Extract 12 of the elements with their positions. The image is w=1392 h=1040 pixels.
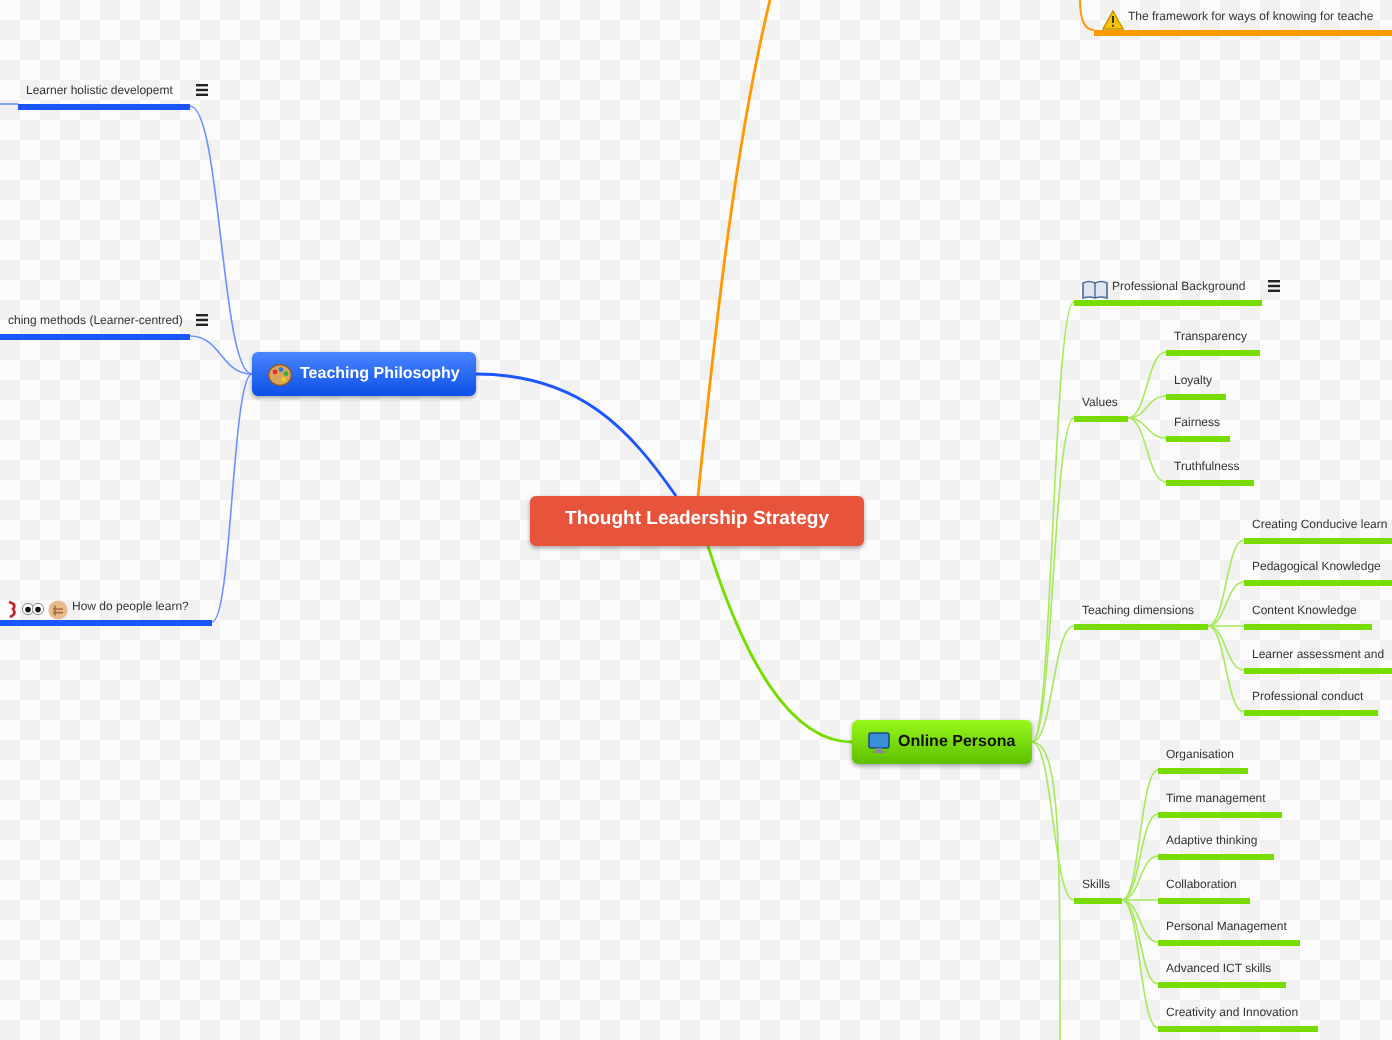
warning-icon	[1102, 9, 1124, 29]
connector-line	[0, 103, 19, 105]
fist-icon	[48, 599, 68, 619]
topic-node[interactable]: Thought Leadership Strategy	[530, 496, 864, 546]
eyes-icon	[22, 602, 44, 616]
connector-line	[1079, 0, 1095, 31]
swirl-icon	[8, 600, 18, 618]
book-icon	[1082, 279, 1108, 299]
topic-node[interactable]: Teaching Philosophy	[252, 352, 476, 396]
monitor-icon	[868, 731, 890, 753]
palette-icon	[268, 363, 292, 385]
topic-node[interactable]: Online Persona	[852, 720, 1032, 764]
